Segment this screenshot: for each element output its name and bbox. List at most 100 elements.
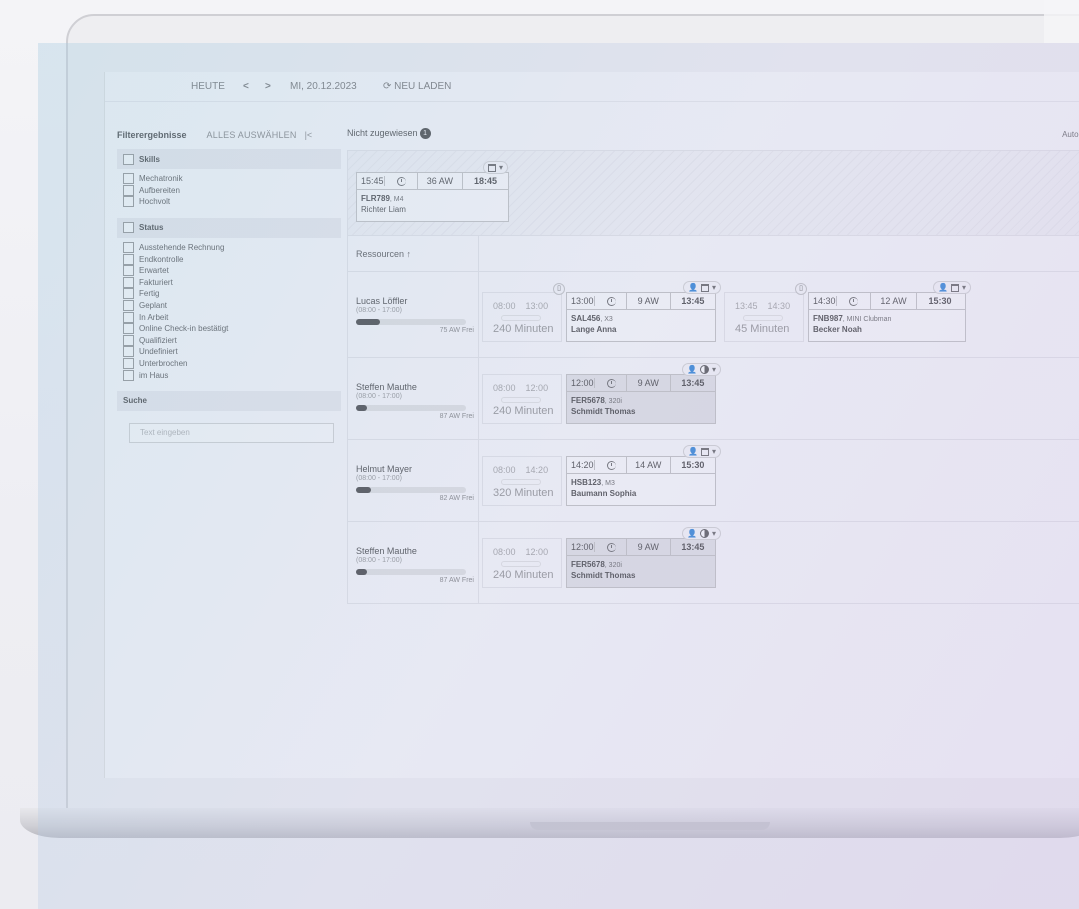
status-option[interactable]: Online Check-in bestätigt — [123, 323, 341, 335]
status-option[interactable]: Erwartet — [123, 265, 341, 277]
status-option[interactable]: Fertig — [123, 288, 341, 300]
checkbox[interactable] — [123, 173, 134, 185]
calendar-icon[interactable] — [487, 163, 496, 172]
job-body: FNB987, MINI Clubman Becker Noah — [809, 310, 965, 335]
assign-person-icon[interactable]: 👤 — [687, 365, 697, 374]
resource-name[interactable]: Helmut Mayer — [356, 464, 478, 474]
skill-option[interactable]: Aufbereiten — [123, 184, 341, 197]
checkbox[interactable] — [123, 276, 134, 288]
free-from: 13:45 — [735, 301, 758, 311]
in-progress-icon — [699, 365, 709, 374]
status-checkbox[interactable] — [123, 222, 134, 234]
trash-icon[interactable]: ▯ — [553, 283, 565, 295]
status-options: Ausstehende Rechnung Endkontrolle Erwart… — [117, 238, 341, 385]
today-button[interactable]: HEUTE — [191, 81, 225, 92]
free-slot[interactable]: ▯ 13:45 14:30 45 Minuten — [724, 283, 807, 342]
job-actions: 👤 ▾ — [682, 363, 721, 376]
free-slot[interactable]: 08:00 12:00 240 Minuten — [482, 538, 562, 588]
skill-label: Hochvolt — [139, 197, 171, 207]
search-input[interactable] — [129, 422, 334, 443]
checkbox[interactable] — [123, 288, 134, 300]
chevron-down-icon[interactable]: ▾ — [712, 529, 716, 539]
free-slot[interactable]: 08:00 14:20 320 Minuten — [482, 456, 562, 506]
checkbox[interactable] — [123, 334, 134, 346]
free-slot[interactable]: ▯ 08:00 13:00 240 Minuten — [482, 283, 565, 342]
prev-day-button[interactable]: < — [243, 81, 249, 92]
chevron-down-icon[interactable]: ▾ — [712, 365, 716, 375]
status-option[interactable]: Geplant — [123, 300, 341, 312]
job-card[interactable]: 👤 ▾ 14:30 12 AW 15:30 FNB987, MINI Clubm… — [808, 281, 971, 342]
status-option-label: In Arbeit — [139, 312, 169, 322]
checkbox[interactable] — [123, 311, 134, 323]
free-slot[interactable]: 08:00 12:00 240 Minuten — [482, 374, 562, 424]
status-option[interactable]: Undefiniert — [123, 346, 341, 358]
capacity-bar-fill — [356, 319, 381, 325]
checkbox[interactable] — [123, 253, 134, 265]
assign-person-icon[interactable]: 👤 — [938, 283, 948, 292]
trash-icon[interactable]: ▯ — [795, 283, 807, 295]
status-option-label: Unterbrochen — [139, 359, 188, 369]
status-option-label: Fertig — [139, 289, 160, 299]
assign-person-icon[interactable]: 👤 — [688, 447, 698, 456]
status-section-header[interactable]: Status — [117, 217, 341, 238]
next-day-button[interactable]: > — [265, 81, 271, 92]
free-from: 08:00 — [493, 547, 516, 557]
calendar-icon[interactable] — [700, 447, 709, 456]
clock-icon — [396, 176, 406, 186]
unassigned-job-card[interactable]: ▾ 15:45 36 AW 18:45 FLR789, M4 Richter L… — [356, 161, 509, 222]
checkbox[interactable] — [123, 369, 134, 381]
automatik-label[interactable]: Automatik: A — [1062, 130, 1079, 139]
chevron-down-icon[interactable]: ▾ — [962, 283, 966, 293]
free-to: 12:00 — [525, 547, 549, 557]
checkbox[interactable] — [123, 265, 134, 277]
status-option[interactable]: Qualifiziert — [123, 334, 341, 347]
status-option[interactable]: In Arbeit — [123, 311, 341, 323]
job-card[interactable]: 👤 ▾ 13:00 9 AW 13:45 SAL456, X3 Lange An… — [566, 281, 721, 342]
search-section-header: Suche — [117, 390, 341, 411]
select-all-button[interactable]: ALLES AUSWÄHLEN — [207, 130, 297, 140]
calendar-icon[interactable] — [700, 283, 709, 292]
checkbox[interactable] — [123, 300, 134, 312]
checkbox[interactable] — [123, 242, 134, 254]
status-option[interactable]: Ausstehende Rechnung — [123, 242, 341, 254]
skills-checkbox[interactable] — [123, 153, 134, 165]
capacity-bar — [356, 569, 466, 575]
status-option[interactable]: Endkontrolle — [123, 253, 341, 265]
free-to: 14:30 — [767, 301, 791, 311]
status-option[interactable]: im Haus — [123, 369, 341, 381]
status-option-label: Undefiniert — [139, 347, 178, 357]
date-picker[interactable]: MI, 20.12.2023 — [290, 81, 357, 92]
skills-section-header[interactable]: Skills — [117, 149, 341, 169]
status-option[interactable]: Fakturiert — [123, 276, 341, 289]
status-option[interactable]: Unterbrochen — [123, 358, 341, 370]
skill-option[interactable]: Hochvolt — [123, 196, 341, 208]
checkbox[interactable] — [123, 184, 134, 196]
job-card[interactable]: 👤 ▾ 12:00 9 AW 13:45 FER5678, 320i Schmi… — [566, 363, 721, 424]
checkbox[interactable] — [123, 196, 134, 208]
reload-button[interactable]: ⟳ NEU LADEN — [383, 81, 451, 92]
assign-person-icon[interactable]: 👤 — [687, 529, 697, 538]
chevron-down-icon[interactable]: ▾ — [499, 163, 503, 173]
capacity-bar-fill — [356, 487, 372, 493]
calendar-icon[interactable] — [950, 283, 959, 292]
checkbox[interactable] — [123, 346, 134, 358]
assign-person-icon[interactable]: 👤 — [688, 283, 698, 292]
resource-name[interactable]: Steffen Mauthe — [356, 382, 478, 392]
resource-name[interactable]: Lucas Löffler — [356, 296, 478, 306]
capacity-bar-fill — [356, 569, 367, 575]
checkbox[interactable] — [123, 358, 134, 370]
job-end: 15:30 — [681, 460, 705, 470]
skill-option[interactable]: Mechatronik — [123, 173, 341, 185]
job-card[interactable]: 👤 ▾ 12:00 9 AW 13:45 FER5678, 320i Schmi… — [566, 527, 721, 588]
checkbox[interactable] — [123, 323, 134, 335]
resource-name[interactable]: Steffen Mauthe — [356, 546, 478, 556]
resource-free-aw: 75 AW Frei — [439, 327, 474, 334]
free-to: 12:00 — [525, 383, 549, 393]
resources-sort-button[interactable]: Ressourcen ↑ — [356, 249, 411, 259]
free-slot-times: 08:00 14:20 — [493, 465, 548, 475]
schedule-main: Nicht zugewiesen 1 Automatik: A ▾ 15:45 … — [347, 122, 1079, 604]
collapse-sidebar-button[interactable]: |< — [305, 130, 313, 140]
chevron-down-icon[interactable]: ▾ — [712, 283, 716, 293]
job-card[interactable]: 👤 ▾ 14:20 14 AW 15:30 HSB123, M3 Baumann… — [566, 445, 721, 506]
chevron-down-icon[interactable]: ▾ — [712, 447, 716, 457]
